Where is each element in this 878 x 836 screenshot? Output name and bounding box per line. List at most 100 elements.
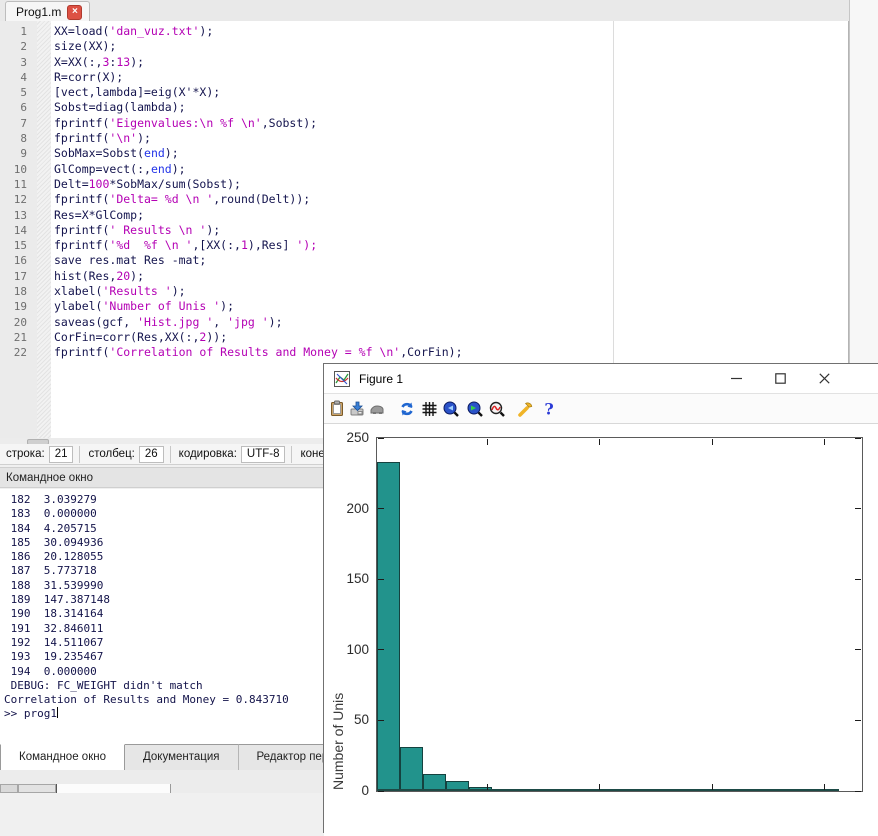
x-tick-top: [712, 439, 713, 445]
code-line[interactable]: xlabel('Results ');: [54, 284, 463, 299]
line-number: 5: [0, 85, 32, 100]
status-label: столбец:: [86, 448, 138, 460]
code-line[interactable]: save res.mat Res -mat;: [54, 253, 463, 268]
window-controls: [714, 364, 846, 393]
minimize-button[interactable]: [714, 364, 758, 393]
status-item: строка:21: [4, 444, 73, 464]
plot-icon: [333, 370, 351, 388]
code-line[interactable]: fprintf(' Results \n ');: [54, 223, 463, 238]
figure-titlebar[interactable]: Figure 1: [324, 364, 878, 394]
line-number: 1: [0, 24, 32, 39]
x-tick-bottom: [712, 784, 713, 790]
code-line[interactable]: XX=load('dan_vuz.txt');: [54, 24, 463, 39]
y-tick-right: [855, 438, 861, 439]
code-line[interactable]: fprintf('Delta= %d \n ',round(Delt));: [54, 192, 463, 207]
svg-text:?: ?: [544, 400, 553, 418]
line-number: 4: [0, 70, 32, 85]
histogram-bar: [377, 462, 400, 791]
y-tick-left: [378, 438, 384, 439]
x-tick-bottom: [599, 784, 600, 790]
code-line[interactable]: SobMax=Sobst(end);: [54, 146, 463, 161]
y-tick-right: [855, 791, 861, 792]
prompt-text: >> prog1: [4, 707, 57, 720]
scrollbar-track[interactable]: [57, 784, 171, 793]
x-tick-top: [824, 439, 825, 445]
refresh-icon[interactable]: [398, 400, 416, 418]
code-line[interactable]: [vect,lambda]=eig(X'*X);: [54, 85, 463, 100]
x-tick-top: [487, 439, 488, 445]
tab-close-icon[interactable]: ×: [67, 5, 82, 20]
status-item: кодировка:UTF-8: [177, 444, 286, 464]
line-number: 17: [0, 269, 32, 284]
code-line[interactable]: fprintf('Eigenvalues:\n %f \n',Sobst);: [54, 116, 463, 131]
figure-canvas[interactable]: Number of Unis 050100150200250: [324, 424, 878, 836]
code-line[interactable]: ylabel('Number of Unis ');: [54, 299, 463, 314]
breakpoint-margin[interactable]: [37, 21, 51, 438]
line-number: 13: [0, 208, 32, 223]
scrollbar-button[interactable]: [0, 784, 18, 793]
code-line[interactable]: CorFin=corr(Res,XX(:,2));: [54, 330, 463, 345]
y-tick-left: [378, 720, 384, 721]
tools-icon[interactable]: [516, 400, 534, 418]
line-number: 15: [0, 238, 32, 253]
line-number: 12: [0, 192, 32, 207]
x-tick-bottom: [824, 784, 825, 790]
y-tick-left: [378, 508, 384, 509]
zoom-out-icon[interactable]: [442, 400, 460, 418]
code-line[interactable]: X=XX(:,3:13);: [54, 55, 463, 70]
status-separator: [291, 446, 292, 463]
code-line[interactable]: fprintf('\n');: [54, 131, 463, 146]
code-line[interactable]: R=corr(X);: [54, 70, 463, 85]
code-line[interactable]: size(XX);: [54, 39, 463, 54]
code-line[interactable]: fprintf('Correlation of Results and Mone…: [54, 345, 463, 360]
bottom-tab-active[interactable]: Командное окно: [0, 744, 125, 770]
code-text[interactable]: XX=load('dan_vuz.txt');size(XX);X=XX(:,3…: [54, 24, 463, 361]
line-number: 22: [0, 345, 32, 360]
code-line[interactable]: GlComp=vect(:,end);: [54, 162, 463, 177]
code-line[interactable]: Sobst=diag(lambda);: [54, 100, 463, 115]
code-line[interactable]: Delt=100*SobMax/sum(Sobst);: [54, 177, 463, 192]
save-icon[interactable]: [348, 400, 366, 418]
x-tick-top: [599, 439, 600, 445]
help-icon[interactable]: ?: [540, 400, 558, 418]
y-tick-label: 150: [333, 571, 369, 586]
scrollbar-thumb[interactable]: [18, 784, 56, 793]
line-number: 10: [0, 162, 32, 177]
code-line[interactable]: fprintf('%d %f \n ',[XX(:,1),Res] ');: [54, 238, 463, 253]
maximize-button[interactable]: [758, 364, 802, 393]
autoscale-icon[interactable]: [488, 400, 506, 418]
line-number: 16: [0, 253, 32, 268]
line-number: 2: [0, 39, 32, 54]
histogram-axes: 050100150200250: [376, 437, 863, 792]
y-tick-right: [855, 579, 861, 580]
line-number: 21: [0, 330, 32, 345]
print-icon[interactable]: [368, 400, 386, 418]
close-button[interactable]: [802, 364, 846, 393]
histogram-bar: [400, 747, 423, 791]
tab-prog1m[interactable]: Prog1.m ×: [5, 1, 90, 22]
code-line[interactable]: hist(Res,20);: [54, 269, 463, 284]
y-tick-right: [855, 508, 861, 509]
status-separator: [79, 446, 80, 463]
y-tick-right: [855, 720, 861, 721]
code-line[interactable]: Res=X*GlComp;: [54, 208, 463, 223]
line-number: 8: [0, 131, 32, 146]
status-label: строка:: [4, 448, 49, 460]
line-number: 3: [0, 55, 32, 70]
status-value: 21: [49, 446, 74, 463]
y-tick-label: 100: [333, 642, 369, 657]
line-number: 7: [0, 116, 32, 131]
histogram-baseline: [377, 789, 839, 791]
status-value: UTF-8: [241, 446, 286, 463]
code-line[interactable]: saveas(gcf, 'Hist.jpg ', 'jpg ');: [54, 315, 463, 330]
y-tick-label: 250: [333, 430, 369, 445]
status-label: кодировка:: [177, 448, 241, 460]
line-number: 20: [0, 315, 32, 330]
figure-window[interactable]: Figure 1 ? Number of Unis 05010015020025…: [323, 363, 878, 833]
bottom-tab-inactive[interactable]: Документация: [125, 744, 239, 770]
zoom-in-icon[interactable]: [466, 400, 484, 418]
clipboard-icon[interactable]: [328, 400, 346, 418]
figure-title: Figure 1: [359, 372, 403, 386]
line-number: 14: [0, 223, 32, 238]
grid-icon[interactable]: [420, 400, 438, 418]
